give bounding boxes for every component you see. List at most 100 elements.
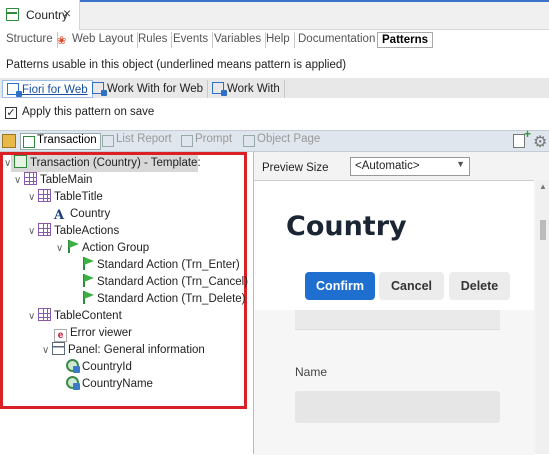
chevron-down-icon[interactable]: ∨ [42, 343, 52, 359]
document-tab-country[interactable]: Country × [0, 0, 80, 30]
new-document-icon[interactable] [513, 127, 531, 148]
tree-node-panel-general[interactable]: ∨ Panel: General information [42, 342, 205, 358]
preview-size-value: <Automatic> [355, 160, 420, 172]
tree-node-label: Panel: General information [68, 344, 205, 356]
tree-node-root[interactable]: ∨ Transaction (Country) - Template: [4, 155, 201, 171]
transaction-icon [6, 8, 19, 21]
transaction-icon [23, 136, 35, 148]
chevron-down-icon[interactable]: ∨ [14, 173, 24, 189]
tree-node-countryid[interactable]: CountryId [66, 359, 132, 375]
tab-web-layout[interactable]: ❀ Web Layout [54, 32, 139, 48]
delete-button[interactable]: Delete [449, 272, 510, 300]
fiori-pattern-icon [7, 83, 22, 97]
preview-size-select[interactable]: <Automatic> ▼ [350, 157, 470, 176]
gear-icon[interactable]: ⚙ [533, 132, 547, 152]
pattern-tab-label: Work With for Web [107, 83, 204, 95]
document-tab-bar: Country × [0, 0, 549, 30]
designer-tabs: Structure ❀ Web Layout Rules Events Vari… [0, 30, 549, 50]
pattern-tab-fiori-for-web[interactable]: Fiori for Web [2, 80, 93, 98]
tree-node-country-text[interactable]: A Country [54, 206, 110, 222]
tab-patterns[interactable]: Patterns [377, 32, 434, 48]
list-report-icon [102, 135, 114, 147]
tree-node-action-delete[interactable]: Standard Action (Trn_Delete) [81, 291, 246, 307]
table-icon [38, 189, 51, 202]
flag-icon [81, 291, 94, 304]
chevron-down-icon[interactable]: ∨ [28, 190, 38, 206]
tree-node-tablemain[interactable]: ∨ TableMain [14, 172, 92, 188]
properties-icon[interactable] [2, 134, 16, 148]
tab-variables[interactable]: Variables [210, 32, 267, 48]
table-icon [38, 308, 51, 321]
scrollbar-thumb[interactable] [540, 220, 546, 240]
chevron-down-icon: ▼ [456, 159, 465, 169]
tree-node-action-enter[interactable]: Standard Action (Trn_Enter) [81, 257, 240, 273]
tree-node-label: TableActions [54, 225, 120, 237]
pattern-tab-label: Work With [227, 83, 280, 95]
tree-node-tablecontent[interactable]: ∨ TableContent [28, 308, 122, 324]
tree-node-countryname[interactable]: CountryName [66, 376, 153, 392]
pattern-tree-panel: ∨ Transaction (Country) - Template: ∨ Tabl… [0, 152, 250, 454]
scroll-up-icon[interactable]: ▲ [539, 182, 547, 191]
tree-node-tabletitle[interactable]: ∨ TableTitle [28, 189, 103, 205]
apply-pattern-checkbox[interactable]: ✓ [5, 107, 17, 119]
patterns-caption: Patterns usable in this object (underlin… [6, 59, 347, 71]
name-field-label: Name [295, 365, 328, 379]
tree-node-label: CountryId [82, 361, 132, 373]
work-with-pattern-icon [92, 82, 107, 96]
preview-panel: Preview Size <Automatic> ▼ Country Confi… [253, 152, 549, 455]
text-block-icon: A [54, 208, 65, 223]
tab-prompt-label: Prompt [195, 133, 233, 145]
name-field[interactable] [295, 391, 500, 423]
tree-node-action-cancel[interactable]: Standard Action (Trn_Cancel) [81, 274, 248, 290]
chevron-down-icon[interactable]: ∨ [4, 156, 14, 172]
flag-icon [81, 274, 94, 287]
attribute-icon [66, 376, 80, 390]
chevron-down-icon[interactable]: ∨ [28, 224, 38, 240]
tree-node-label: TableMain [40, 174, 93, 186]
flag-icon [81, 257, 94, 270]
transaction-icon [14, 155, 27, 168]
chevron-down-icon[interactable]: ∨ [28, 309, 38, 325]
tree-node-action-group[interactable]: ∨ Action Group [56, 240, 149, 256]
tab-rules[interactable]: Rules [134, 32, 173, 48]
web-layout-icon: ❀ [57, 35, 67, 47]
cancel-button[interactable]: Cancel [379, 272, 444, 300]
tab-object-page[interactable]: Object Page [241, 133, 320, 150]
form-title: Country [286, 211, 407, 242]
countryid-field[interactable] [295, 310, 500, 330]
tab-events[interactable]: Events [169, 32, 214, 48]
pattern-tab-label: Fiori for Web [22, 84, 88, 96]
tree-node-label: Transaction (Country) - Template: [30, 157, 201, 169]
pattern-tabs: Fiori for Web Work With for Web Work Wit… [0, 78, 549, 98]
pattern-tab-work-with[interactable]: Work With [208, 80, 285, 98]
tree-node-label: Country [70, 208, 111, 220]
preview-size-label: Preview Size [262, 162, 329, 174]
preview-scrollbar[interactable]: ▲ [536, 180, 549, 454]
tree-node-tableactions[interactable]: ∨ TableActions [28, 223, 119, 239]
confirm-button[interactable]: Confirm [305, 272, 375, 300]
active-tab-indicator [0, 0, 549, 2]
tab-list-report[interactable]: List Report [100, 133, 172, 150]
tree-node-label: Standard Action (Trn_Delete) [97, 293, 246, 305]
form-body: Name [254, 310, 534, 455]
tree-node-error-viewer[interactable]: e Error viewer [54, 325, 132, 342]
tab-web-layout-label: Web Layout [72, 33, 134, 45]
form-preview: Country Confirm Cancel Delete Name [254, 180, 534, 455]
tab-object-page-label: Object Page [257, 133, 321, 145]
tree-node-label: Standard Action (Trn_Enter) [97, 259, 240, 271]
panel-icon [52, 342, 65, 355]
pattern-tab-work-with-for-web[interactable]: Work With for Web [88, 80, 209, 98]
tree-node-label: Action Group [82, 242, 150, 254]
tree-node-label: Standard Action (Trn_Cancel) [97, 276, 249, 288]
tab-prompt[interactable]: Prompt [179, 133, 232, 150]
error-viewer-icon: e [54, 329, 67, 342]
tab-help[interactable]: Help [262, 32, 295, 48]
tab-transaction[interactable]: Transaction [20, 133, 101, 150]
tab-transaction-label: Transaction [37, 134, 97, 146]
tree-node-label: TableContent [54, 310, 122, 322]
chevron-down-icon[interactable]: ∨ [56, 241, 66, 257]
tab-structure[interactable]: Structure [2, 32, 58, 48]
tab-documentation[interactable]: Documentation [294, 32, 381, 48]
table-icon [24, 172, 37, 185]
close-icon[interactable]: × [63, 5, 71, 21]
